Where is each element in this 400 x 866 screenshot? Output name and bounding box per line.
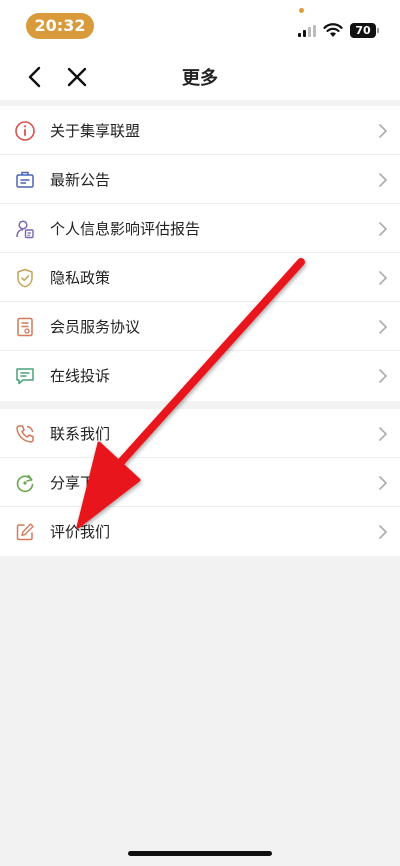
- battery-tip: [377, 28, 379, 33]
- menu-item-about[interactable]: 关于集享联盟: [0, 106, 400, 155]
- menu-group-main: 关于集享联盟 最新公告 个人信息影响评估报告 隐私政策 会员服务协议 在线投诉: [0, 106, 400, 401]
- menu-item-contact-us[interactable]: 联系我们: [0, 409, 400, 458]
- document-icon: [17, 317, 33, 337]
- menu-item-label: 关于集享联盟: [50, 122, 141, 140]
- wifi-icon: [323, 23, 343, 37]
- menu-item-online-complaint[interactable]: 在线投诉: [0, 351, 400, 400]
- menu-item-label: 联系我们: [50, 425, 111, 443]
- header-area: 20:32 70 更多: [0, 0, 400, 100]
- status-time: 20:32: [26, 13, 94, 39]
- menu-item-privacy-policy[interactable]: 隐私政策: [0, 253, 400, 302]
- navigation-bar: 更多: [0, 52, 400, 100]
- edit-pencil-icon: [16, 523, 34, 541]
- menu-item-label: 个人信息影响评估报告: [50, 220, 201, 238]
- page-title: 更多: [182, 68, 218, 89]
- info-circle-icon: [15, 121, 35, 141]
- menu-item-member-agreement[interactable]: 会员服务协议: [0, 302, 400, 351]
- shield-check-icon: [17, 268, 33, 288]
- menu-item-label: 最新公告: [50, 171, 111, 189]
- share-refresh-icon: [16, 474, 34, 493]
- chevron-right-icon: [379, 320, 388, 334]
- chevron-right-icon: [379, 222, 388, 236]
- menu-item-label: 分享下载: [50, 474, 111, 492]
- chevron-right-icon: [379, 476, 388, 490]
- menu-item-label: 隐私政策: [50, 269, 111, 287]
- person-report-icon: [16, 220, 34, 239]
- chevron-right-icon: [379, 427, 388, 441]
- menu-item-privacy-impact-report[interactable]: 个人信息影响评估报告: [0, 204, 400, 253]
- chevron-right-icon: [379, 525, 388, 539]
- menu-item-announcements[interactable]: 最新公告: [0, 155, 400, 204]
- menu-item-label: 评价我们: [50, 523, 111, 541]
- chevron-right-icon: [379, 173, 388, 187]
- status-bar: 20:32 70: [0, 0, 400, 50]
- menu-item-rate-us[interactable]: 评价我们: [0, 507, 400, 556]
- chevron-right-icon: [379, 369, 388, 383]
- battery-icon: 70: [350, 23, 376, 38]
- chevron-right-icon: [379, 271, 388, 285]
- chevron-right-icon: [379, 124, 388, 138]
- menu-item-label: 会员服务协议: [50, 318, 141, 336]
- home-indicator[interactable]: [128, 851, 272, 856]
- privacy-indicator-dot: [299, 8, 304, 13]
- menu-item-label: 在线投诉: [50, 367, 111, 385]
- announcement-icon: [16, 171, 34, 188]
- cellular-signal-icon: [298, 25, 318, 37]
- phone-icon: [16, 425, 34, 443]
- chat-icon: [16, 368, 34, 385]
- menu-item-share-download[interactable]: 分享下载: [0, 458, 400, 507]
- menu-group-secondary: 联系我们 分享下载 评价我们: [0, 409, 400, 556]
